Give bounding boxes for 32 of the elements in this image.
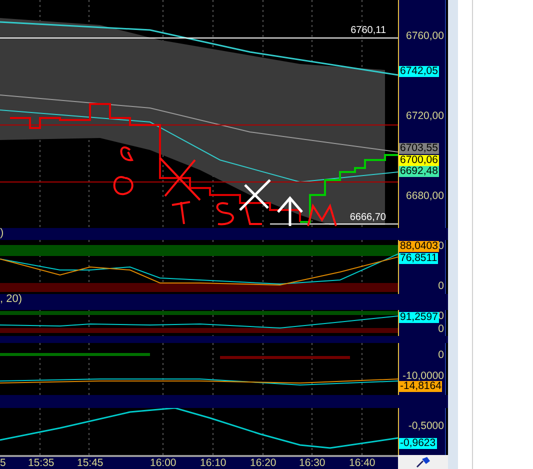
time-label: 16:30 bbox=[299, 457, 326, 469]
pin-button[interactable] bbox=[398, 455, 448, 469]
axis-label: -0,5000 bbox=[408, 420, 444, 432]
axis-label: 0 bbox=[438, 280, 444, 292]
value-tag: -0,9623 bbox=[399, 438, 437, 449]
value-tag: 6742,05 bbox=[399, 66, 439, 77]
axis-label: 6720,00 bbox=[406, 110, 444, 122]
axis-label: -10,0000 bbox=[402, 370, 444, 382]
value-tag: 91,2597 bbox=[399, 312, 439, 323]
time-label: 16:00 bbox=[150, 457, 176, 469]
time-label: 15:35 bbox=[28, 457, 54, 469]
value-tag: 76,8511 bbox=[399, 253, 438, 264]
axis-label: 6760,00 bbox=[406, 30, 444, 42]
value-tag: -14,8164 bbox=[399, 381, 442, 392]
hand-drawn-arrow bbox=[238, 178, 304, 228]
indicator-title: ) bbox=[0, 227, 4, 240]
time-label: 5 bbox=[0, 457, 6, 469]
value-tag: 6700,06 bbox=[399, 155, 439, 166]
time-label: 16:40 bbox=[349, 457, 376, 469]
indicator-title: , 20) bbox=[0, 293, 22, 306]
axis-label: 6680,00 bbox=[406, 190, 444, 202]
axis-label: 0 bbox=[438, 349, 444, 361]
pin-icon bbox=[415, 456, 431, 468]
value-tag: 88,0403 bbox=[399, 241, 439, 252]
value-tag: 6692,48 bbox=[399, 166, 439, 177]
level-label: 6666,70 bbox=[350, 212, 386, 223]
value-tag: 6703,55 bbox=[399, 143, 439, 154]
time-label: 16:20 bbox=[250, 457, 276, 469]
axis-label: 0 bbox=[438, 323, 444, 335]
level-label: 6760,11 bbox=[350, 25, 386, 36]
time-label: 16:10 bbox=[200, 457, 226, 469]
time-label: 15:45 bbox=[77, 457, 104, 469]
